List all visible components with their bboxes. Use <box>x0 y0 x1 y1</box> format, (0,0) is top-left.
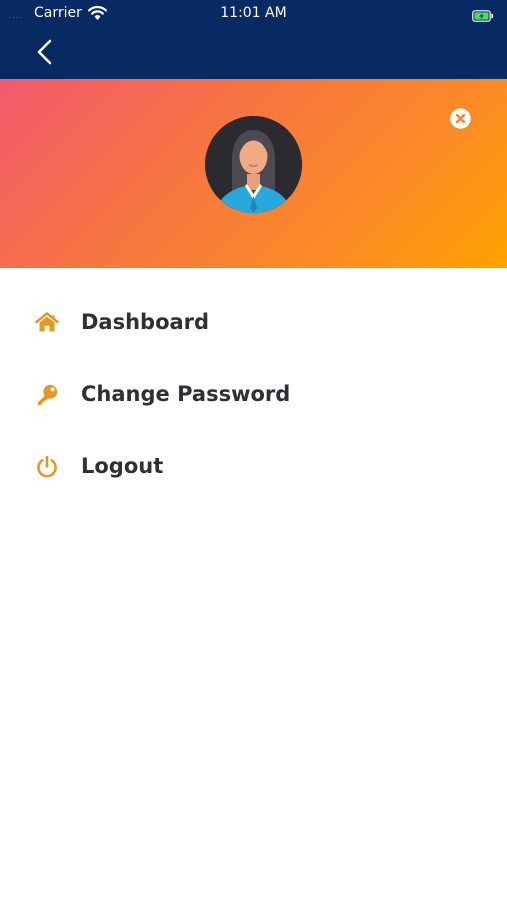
side-menu: Dashboard Change Password Logout <box>0 286 507 502</box>
battery-charging-icon <box>472 7 494 22</box>
user-avatar-icon <box>205 116 302 213</box>
close-circle-icon <box>450 108 471 129</box>
chevron-left-icon <box>37 39 52 65</box>
power-icon <box>35 455 59 479</box>
navigation-bar: .... Carrier 11:01 AM <box>0 0 507 79</box>
menu-item-label: Dashboard <box>81 310 210 334</box>
profile-header <box>0 79 507 268</box>
close-button[interactable] <box>450 108 471 129</box>
home-icon <box>35 311 59 335</box>
menu-item-dashboard[interactable]: Dashboard <box>0 286 507 358</box>
status-bar: .... Carrier 11:01 AM <box>0 0 507 26</box>
menu-item-change-password[interactable]: Change Password <box>0 358 507 430</box>
menu-item-logout[interactable]: Logout <box>0 430 507 502</box>
menu-item-label: Logout <box>81 454 164 478</box>
key-icon <box>35 383 59 407</box>
back-button[interactable] <box>28 34 62 70</box>
menu-item-label: Change Password <box>81 382 291 406</box>
status-time: 11:01 AM <box>220 5 287 21</box>
